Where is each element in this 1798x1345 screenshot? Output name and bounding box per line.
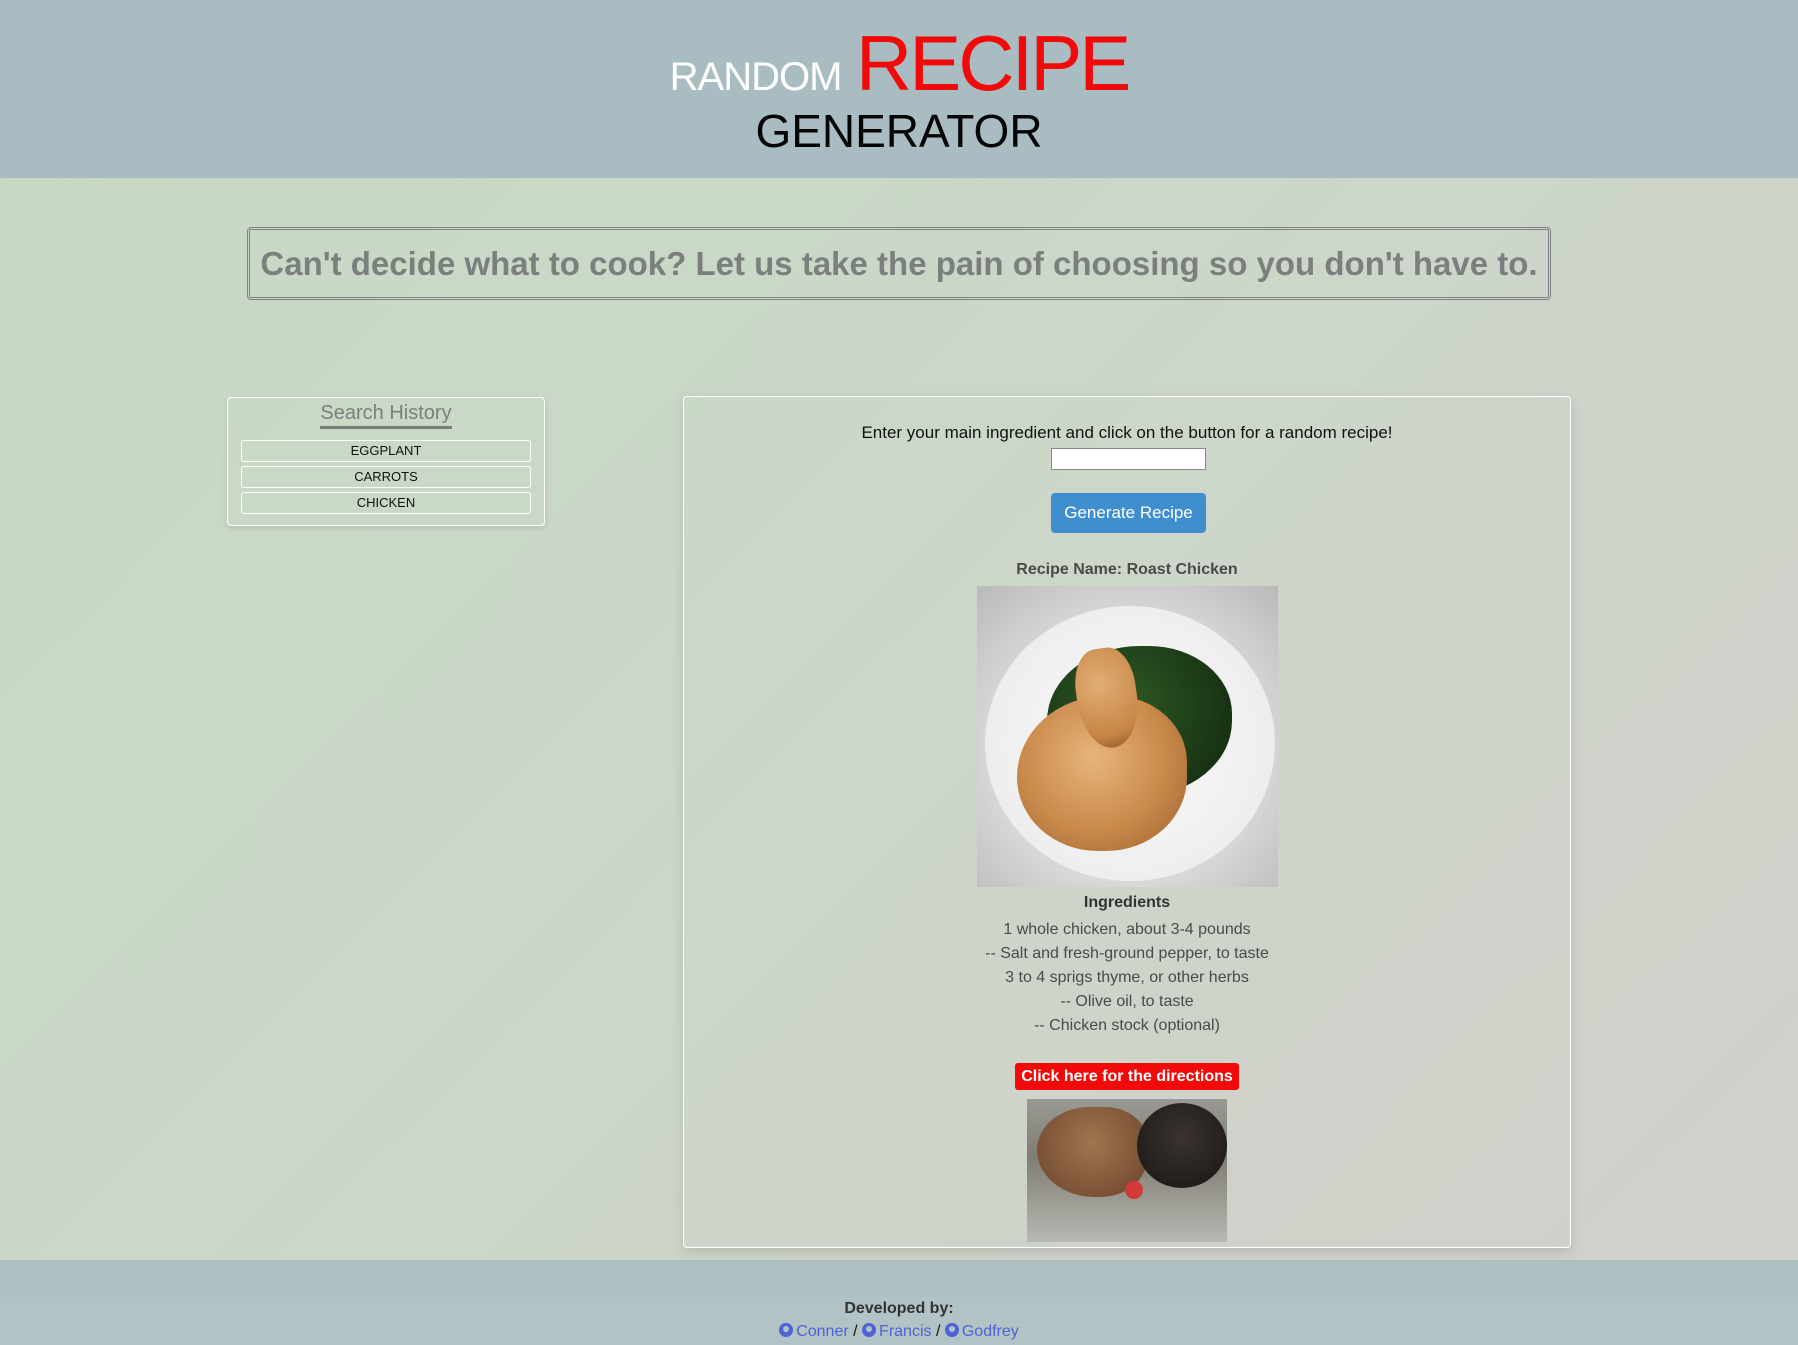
tagline-text: Can't decide what to cook? Let us take t… xyxy=(260,244,1538,282)
search-history-panel: Search History EGGPLANT CARROTS CHICKEN xyxy=(227,397,545,526)
ingredient-input[interactable] xyxy=(1051,448,1206,470)
tagline-banner: Can't decide what to cook? Let us take t… xyxy=(247,227,1551,300)
recipe-name: Recipe Name: Roast Chicken xyxy=(1016,561,1238,578)
recipe-photo xyxy=(977,586,1278,887)
title-generator: GENERATOR xyxy=(755,105,1043,157)
developer-name: Godfrey xyxy=(961,1323,1019,1340)
developer-link-godfrey[interactable]: Godfrey xyxy=(944,1323,1019,1340)
developer-links: Conner / Francis / Godfrey xyxy=(0,1321,1798,1343)
title-recipe: RECIPE xyxy=(855,19,1131,107)
ingredient-prompt: Enter your main ingredient and click on … xyxy=(861,423,1393,442)
history-item-carrots[interactable]: CARROTS xyxy=(241,466,531,488)
developer-link-francis[interactable]: Francis xyxy=(862,1323,932,1340)
ingredient-item: 1 whole chicken, about 3-4 pounds xyxy=(1003,921,1251,938)
developer-name: Conner xyxy=(796,1323,849,1340)
ingredient-item: -- Chicken stock (optional) xyxy=(1034,1017,1220,1034)
hen-shape xyxy=(1137,1103,1227,1188)
footer-band xyxy=(0,1260,1798,1297)
ingredients-heading: Ingredients xyxy=(1083,894,1171,911)
hen-comb-shape xyxy=(1125,1181,1143,1199)
developer-link-conner[interactable]: Conner xyxy=(779,1323,849,1340)
ingredients-list: 1 whole chicken, about 3-4 pounds -- Sal… xyxy=(684,918,1570,1038)
chickens-image xyxy=(1027,1099,1227,1242)
recipe-card: Enter your main ingredient and click on … xyxy=(683,396,1571,1248)
separator: / xyxy=(935,1323,941,1340)
developed-by-label: Developed by: xyxy=(844,1300,954,1317)
github-icon xyxy=(779,1323,794,1337)
github-icon xyxy=(862,1323,877,1337)
ingredient-item: -- Salt and fresh-ground pepper, to tast… xyxy=(985,945,1269,962)
developer-name: Francis xyxy=(879,1323,932,1340)
history-item-chicken[interactable]: CHICKEN xyxy=(241,492,531,514)
separator: / xyxy=(853,1323,858,1340)
ingredient-item: -- Olive oil, to taste xyxy=(1060,993,1194,1010)
site-title: RANDOM RECIPE xyxy=(0,18,1798,109)
generate-recipe-button[interactable]: Generate Recipe xyxy=(1051,493,1206,533)
page-header: RANDOM RECIPE GENERATOR xyxy=(0,0,1798,178)
ingredient-item: 3 to 4 sprigs thyme, or other herbs xyxy=(1005,969,1249,986)
search-history-list: EGGPLANT CARROTS CHICKEN xyxy=(228,440,544,514)
title-random: RANDOM xyxy=(669,55,843,99)
search-history-title: Search History xyxy=(320,402,452,429)
history-item-eggplant[interactable]: EGGPLANT xyxy=(241,440,531,462)
page-footer: Developed by: Conner / Francis / Godfrey xyxy=(0,1297,1798,1345)
github-icon xyxy=(944,1323,959,1337)
directions-button[interactable]: Click here for the directions xyxy=(1015,1063,1239,1090)
